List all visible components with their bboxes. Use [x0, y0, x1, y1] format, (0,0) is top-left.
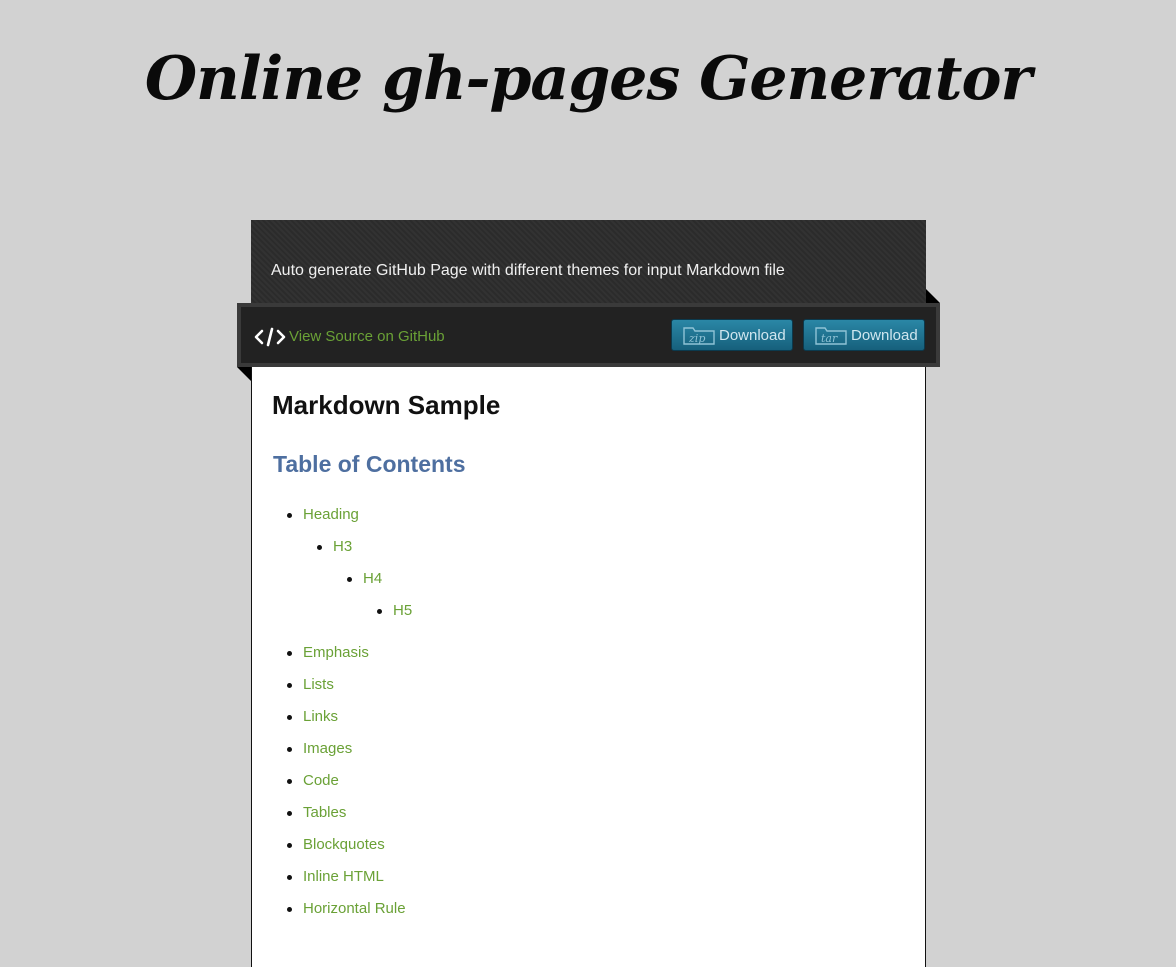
toc-list-item: Code	[287, 771, 339, 791]
tagline: Auto generate GitHub Page with different…	[271, 262, 785, 279]
toc-heading: Table of Contents	[273, 451, 466, 477]
bullet-icon	[287, 651, 292, 656]
bullet-icon	[287, 843, 292, 848]
bullet-icon	[377, 609, 382, 614]
toc-list-item: H3	[317, 537, 352, 557]
bullet-icon	[287, 513, 292, 518]
view-source-link[interactable]: View Source on GitHub	[253, 327, 445, 347]
toc-link[interactable]: Lists	[303, 676, 334, 693]
download-zip-button[interactable]: zip Download	[671, 319, 793, 351]
toc-link[interactable]: Emphasis	[303, 644, 369, 661]
toc-link[interactable]: Links	[303, 708, 338, 725]
bullet-icon	[287, 811, 292, 816]
bullet-icon	[287, 715, 292, 720]
toc-list-item: H5	[377, 601, 412, 621]
toc-link[interactable]: Code	[303, 772, 339, 789]
bullet-icon	[287, 875, 292, 880]
bullet-icon	[287, 747, 292, 752]
toc-list-item: Lists	[287, 675, 334, 695]
bullet-icon	[347, 577, 352, 582]
bullet-icon	[287, 683, 292, 688]
download-zip-label: Download	[719, 326, 786, 344]
view-source-label: View Source on GitHub	[289, 328, 445, 345]
svg-text:tar: tar	[821, 332, 838, 345]
toc-list-item: Links	[287, 707, 338, 727]
ribbon-fold-right	[926, 289, 940, 303]
download-tar-button[interactable]: tar Download	[803, 319, 925, 351]
toc-link[interactable]: Heading	[303, 506, 359, 523]
code-icon	[254, 327, 286, 347]
toc-list-item: Blockquotes	[287, 835, 385, 855]
site-title: Online gh-pages Generator	[144, 44, 1032, 114]
toc-link[interactable]: Tables	[303, 804, 346, 821]
toc-list-item: Heading	[287, 505, 359, 525]
header-banner: Auto generate GitHub Page with different…	[251, 220, 926, 303]
toolbar-ribbon: View Source on GitHub zip Download tar D…	[237, 303, 940, 367]
download-tar-label: Download	[851, 326, 918, 344]
page-container: Auto generate GitHub Page with different…	[237, 220, 940, 967]
toc-link[interactable]: Horizontal Rule	[303, 900, 406, 917]
toc-list-item: H4	[347, 569, 382, 589]
toc-list-item: Tables	[287, 803, 346, 823]
zip-file-icon: zip	[683, 327, 715, 345]
main-content: Markdown Sample Table of Contents Headin…	[251, 367, 926, 967]
tar-file-icon: tar	[815, 327, 847, 345]
toc-link[interactable]: H5	[393, 602, 412, 619]
toc-link[interactable]: H4	[363, 570, 382, 587]
toc-list-item: Images	[287, 739, 352, 759]
ribbon-fold-left	[237, 367, 251, 381]
toc-link[interactable]: H3	[333, 538, 352, 555]
toc-list-item: Inline HTML	[287, 867, 384, 887]
svg-text:zip: zip	[688, 332, 705, 345]
bullet-icon	[287, 779, 292, 784]
toc-link[interactable]: Blockquotes	[303, 836, 385, 853]
toc-list-item: Horizontal Rule	[287, 899, 406, 919]
bullet-icon	[317, 545, 322, 550]
toc-link[interactable]: Images	[303, 740, 352, 757]
toc-link[interactable]: Inline HTML	[303, 868, 384, 885]
toc-list-item: Emphasis	[287, 643, 369, 663]
bullet-icon	[287, 907, 292, 912]
page-heading: Markdown Sample	[272, 390, 501, 420]
